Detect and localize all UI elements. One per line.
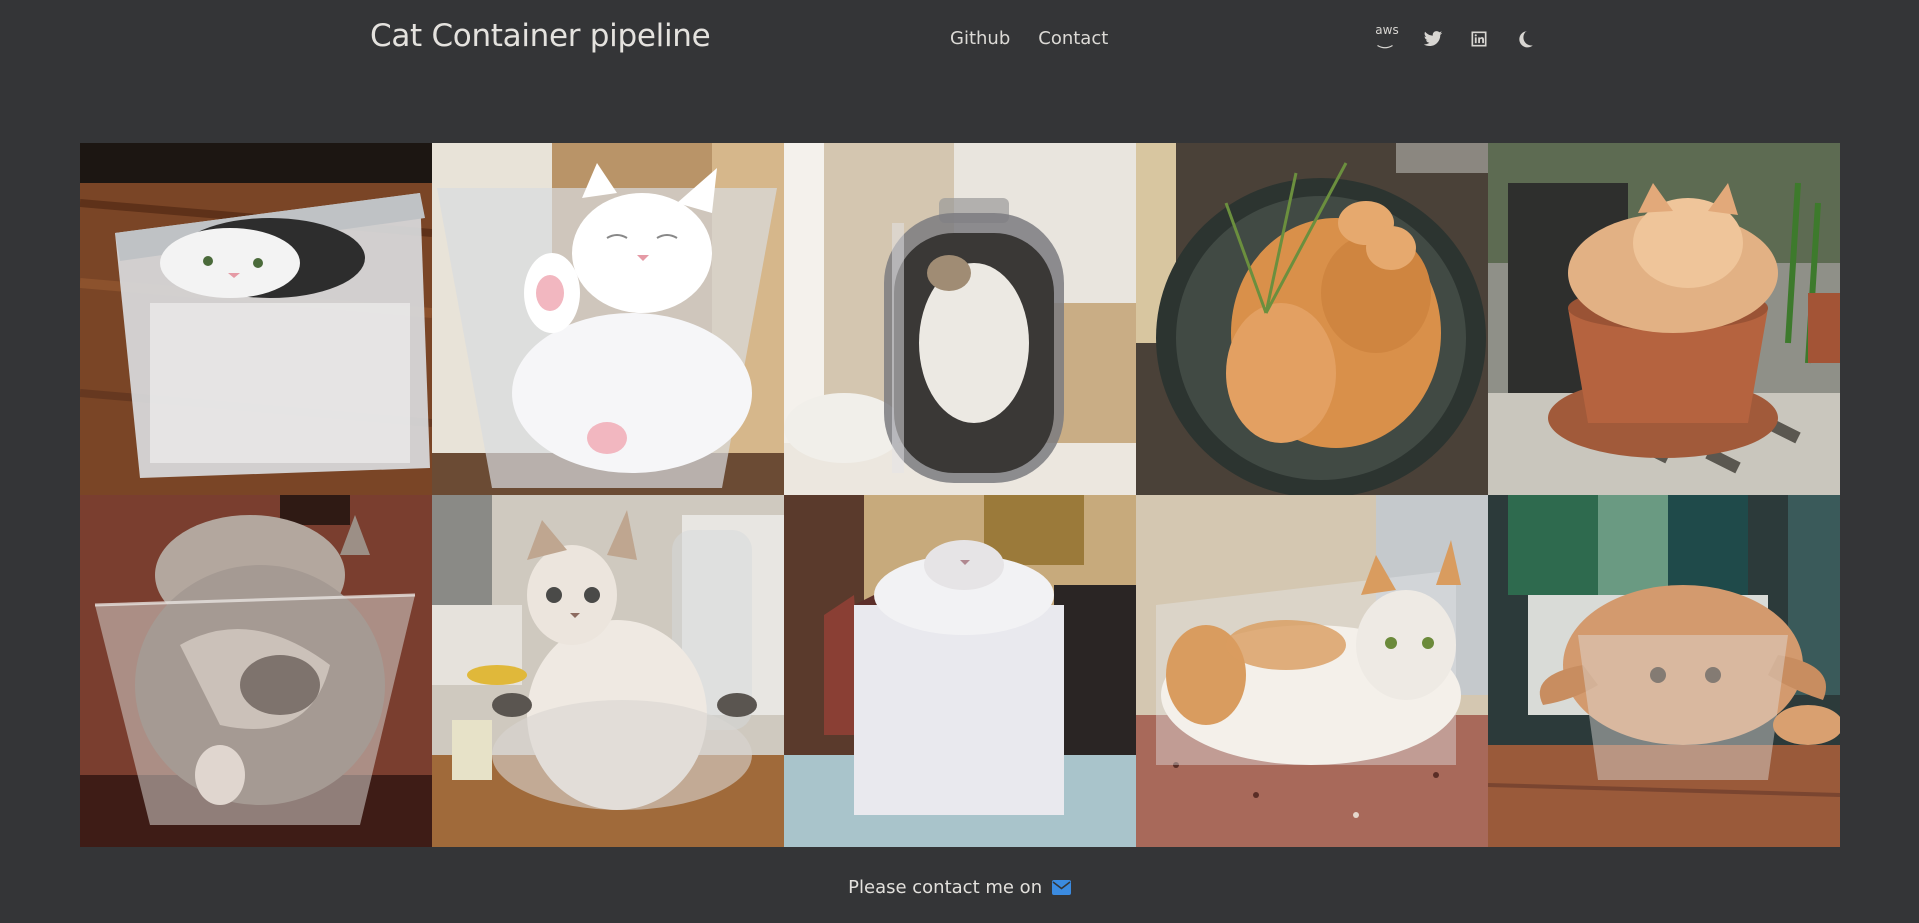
cat-photo-10 <box>1488 495 1840 847</box>
site-title[interactable]: Cat Container pipeline <box>370 18 711 54</box>
cat-gallery <box>80 143 1840 847</box>
page-footer: Please contact me on <box>0 877 1919 900</box>
moon-icon[interactable] <box>1513 27 1537 51</box>
nav-link-github[interactable]: Github <box>950 28 1010 49</box>
cat-photo-3 <box>784 143 1136 495</box>
gallery-image[interactable] <box>784 495 1136 847</box>
gallery-image[interactable] <box>1488 143 1840 495</box>
gallery-image[interactable] <box>80 495 432 847</box>
cat-photo-9 <box>1136 495 1488 847</box>
gallery-image[interactable] <box>1136 143 1488 495</box>
cat-photo-7 <box>432 495 784 847</box>
aws-icon[interactable]: aws <box>1375 22 1399 51</box>
social-icons: aws <box>1375 22 1537 51</box>
gallery-image[interactable] <box>80 143 432 495</box>
main-nav: Github Contact <box>950 28 1108 49</box>
gallery-image[interactable] <box>1136 495 1488 847</box>
cat-photo-2 <box>432 143 784 495</box>
top-navbar: Cat Container pipeline Github Contact aw… <box>0 0 1919 80</box>
cat-photo-8 <box>784 495 1136 847</box>
cat-photo-6 <box>80 495 432 847</box>
cat-photo-4 <box>1136 143 1488 495</box>
aws-label: aws <box>1375 22 1399 37</box>
mail-icon[interactable] <box>1051 879 1071 900</box>
gallery-image[interactable] <box>1488 495 1840 847</box>
nav-link-contact[interactable]: Contact <box>1038 28 1108 49</box>
cat-photo-5 <box>1488 143 1840 495</box>
gallery-image[interactable] <box>432 143 784 495</box>
cat-photo-1 <box>80 143 432 495</box>
footer-text: Please contact me on <box>848 877 1043 898</box>
linkedin-icon[interactable] <box>1467 27 1491 51</box>
gallery-image[interactable] <box>432 495 784 847</box>
gallery-image[interactable] <box>784 143 1136 495</box>
aws-smile-shape <box>1377 44 1394 48</box>
twitter-icon[interactable] <box>1421 27 1445 51</box>
